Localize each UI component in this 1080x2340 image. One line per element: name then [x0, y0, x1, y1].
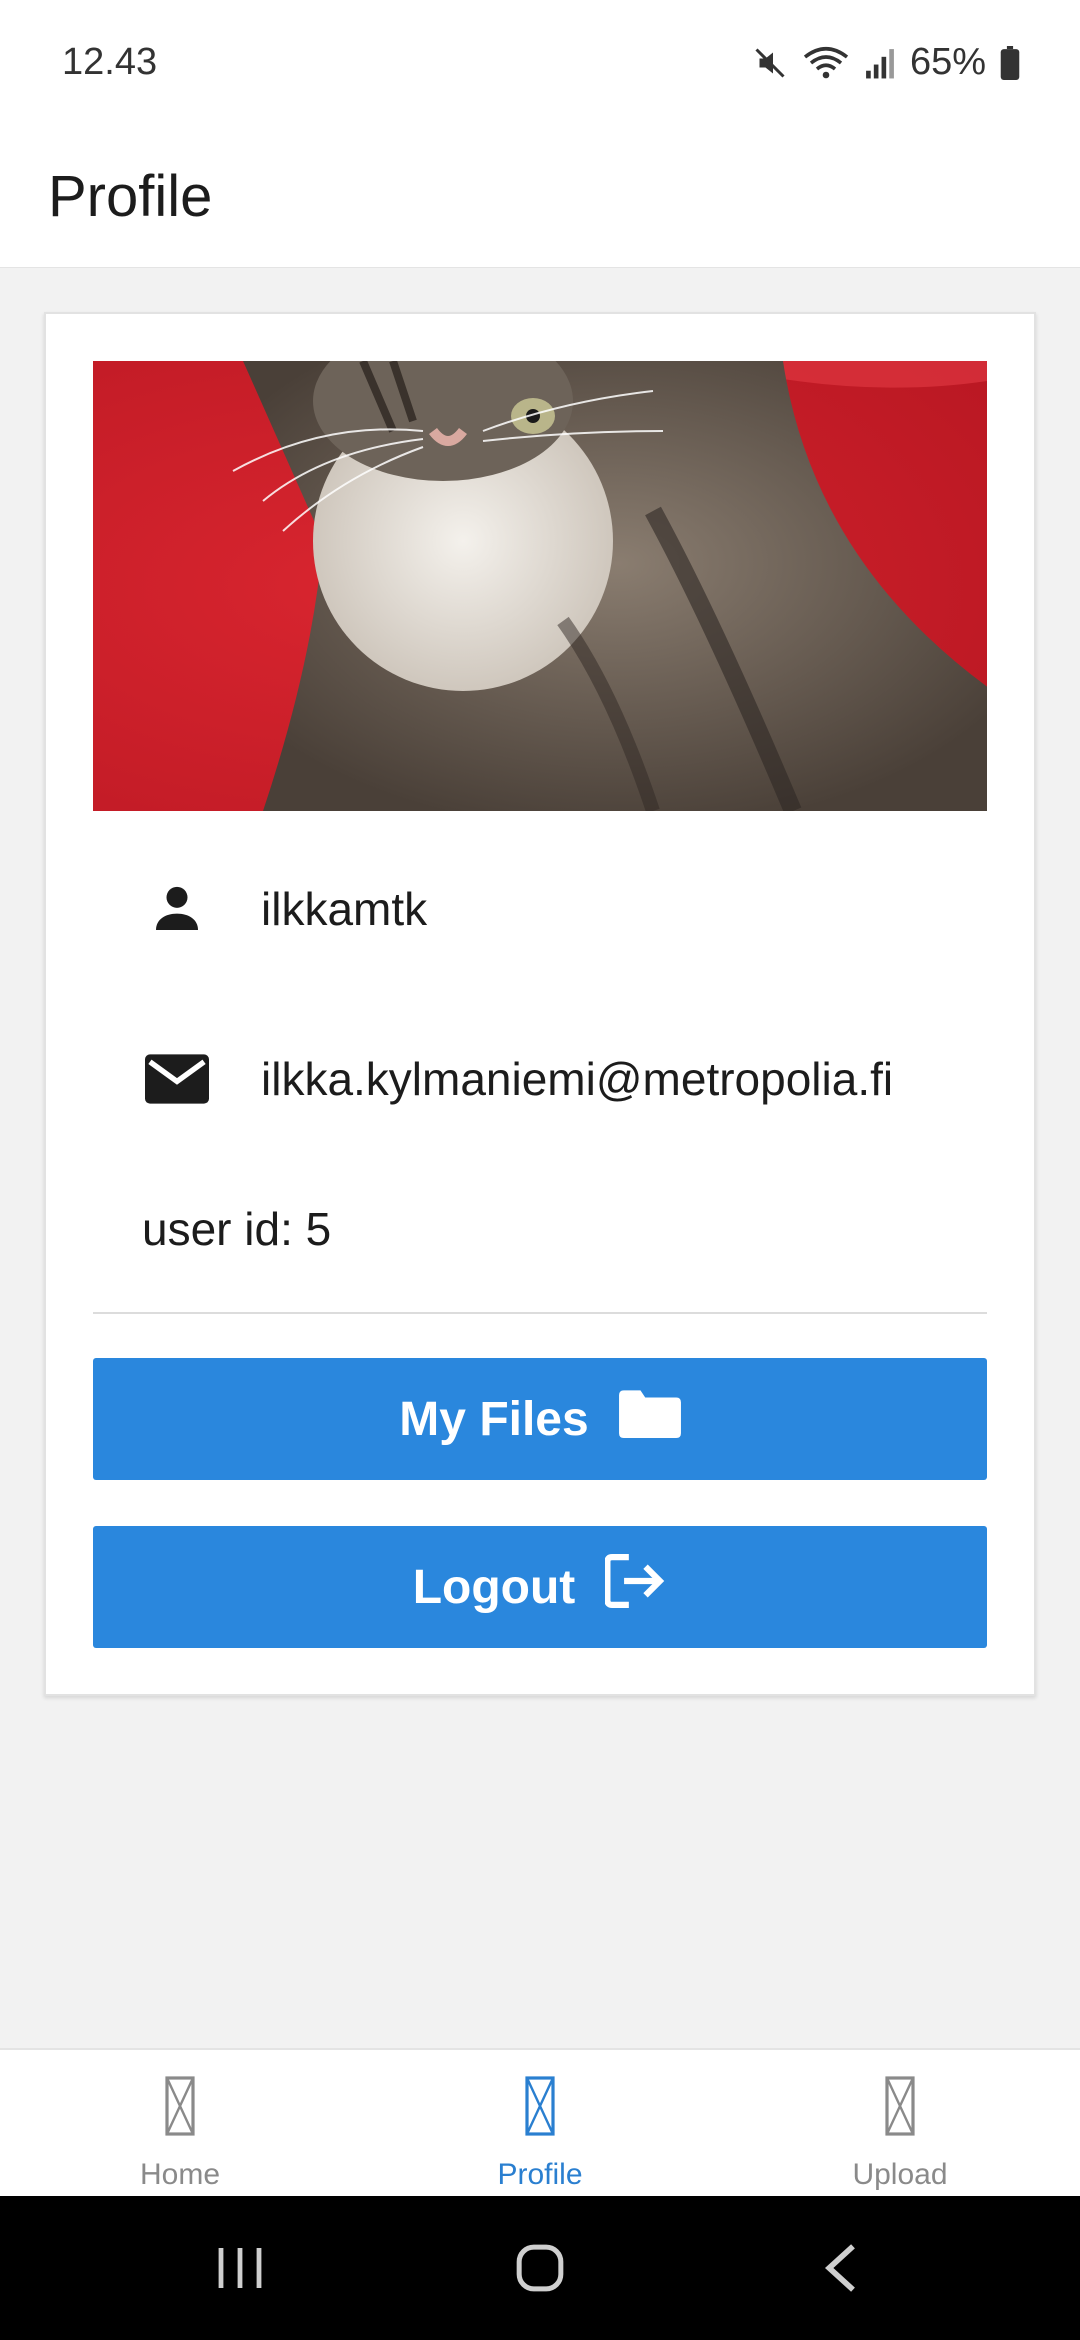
system-nav-bar: [0, 2196, 1080, 2340]
placeholder-icon: [885, 2076, 915, 2138]
tab-upload-label: Upload: [852, 2158, 948, 2191]
wifi-icon: [802, 45, 850, 81]
username-row: ilkkamtk: [93, 854, 987, 964]
logout-label: Logout: [412, 1560, 576, 1614]
tab-home[interactable]: Home: [0, 2050, 360, 2196]
page-title: Profile: [48, 163, 213, 229]
folder-icon: [618, 1388, 681, 1450]
my-files-label: My Files: [399, 1392, 589, 1446]
app-header: Profile: [0, 125, 1080, 268]
my-files-button[interactable]: My Files: [93, 1358, 987, 1480]
person-icon: [93, 881, 261, 937]
home-button[interactable]: [480, 2218, 600, 2318]
placeholder-icon: [525, 2076, 555, 2138]
username-text: ilkkamtk: [261, 883, 428, 935]
back-button[interactable]: [780, 2218, 900, 2318]
logout-button[interactable]: Logout: [93, 1526, 987, 1648]
bottom-tab-bar: Home Profile Upload: [0, 2048, 1080, 2196]
tab-profile[interactable]: Profile: [360, 2050, 720, 2196]
email-row: ilkka.kylmaniemi@metropolia.fi: [93, 1024, 987, 1134]
divider: [93, 1312, 987, 1314]
status-icons: 65%: [752, 41, 1020, 84]
placeholder-icon: [165, 2076, 195, 2138]
battery-icon: [1000, 45, 1020, 80]
profile-card: ilkkamtk ilkka.kylmaniemi@metropolia.fi …: [44, 312, 1036, 1696]
logout-icon: [604, 1552, 667, 1622]
status-time: 12.43: [62, 41, 158, 83]
kitten-photo: [93, 361, 987, 811]
profile-image: [93, 361, 987, 811]
email-icon: [93, 1053, 261, 1105]
mute-icon: [752, 45, 788, 81]
tab-home-label: Home: [139, 2158, 221, 2191]
battery-percent: 65%: [909, 41, 986, 83]
tab-profile-label: Profile: [497, 2158, 583, 2191]
signal-icon: [864, 46, 896, 80]
user-id-text: user id: 5: [142, 1203, 332, 1255]
tab-upload[interactable]: Upload: [720, 2050, 1080, 2196]
email-text: ilkka.kylmaniemi@metropolia.fi: [261, 1053, 894, 1105]
recent-apps-button[interactable]: [180, 2218, 300, 2318]
status-bar: 12.43 65%: [0, 0, 1080, 125]
